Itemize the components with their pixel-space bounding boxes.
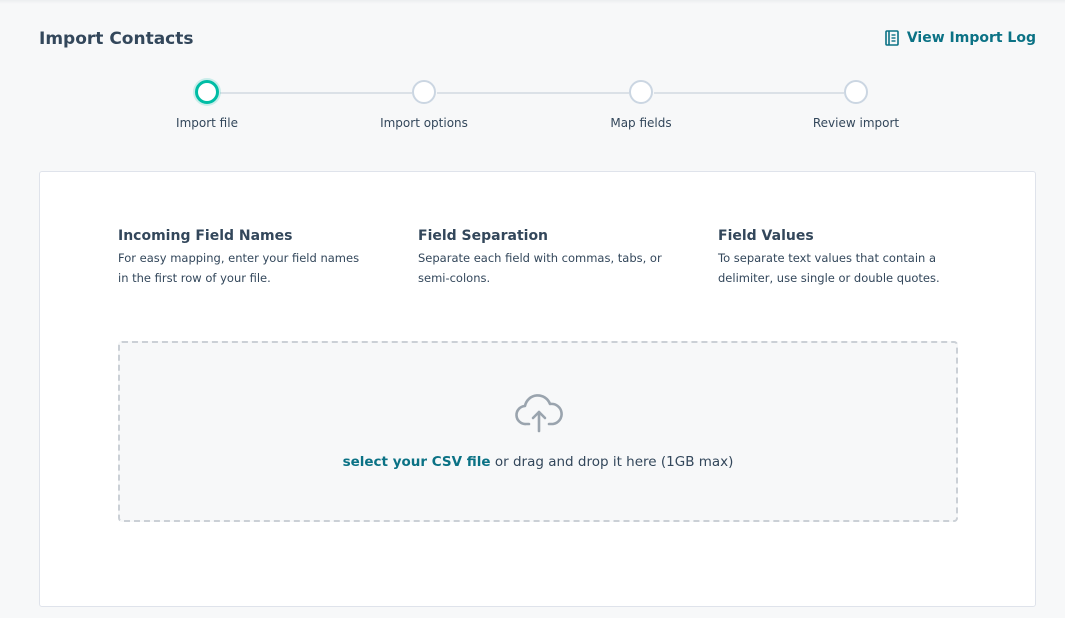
import-card: Incoming Field Names For easy mapping, e…: [39, 171, 1036, 607]
notebook-icon: [885, 30, 899, 46]
info-field-values: Field Values To separate text values tha…: [718, 228, 968, 288]
info-title: Field Separation: [418, 228, 549, 244]
import-stepper: Import file Import options Map fields Re…: [0, 80, 1065, 140]
step-indicator: [412, 80, 436, 104]
dropzone-instructions: select your CSV file or drag and drop it…: [120, 454, 956, 470]
file-dropzone[interactable]: select your CSV file or drag and drop it…: [118, 341, 958, 522]
step-import-options[interactable]: Import options: [354, 80, 494, 130]
info-text: Separate each field with commas, tabs, o…: [418, 251, 662, 285]
step-label: Review import: [812, 116, 900, 130]
info-text: For easy mapping, enter your field names…: [118, 251, 360, 285]
step-label: Map fields: [610, 116, 672, 130]
info-field-separation: Field Separation Separate each field wit…: [418, 228, 668, 288]
info-title: Incoming Field Names: [118, 228, 293, 244]
step-review-import[interactable]: Review import: [786, 80, 926, 130]
top-shadow: [0, 0, 1065, 4]
select-csv-file-link[interactable]: select your CSV file: [343, 454, 491, 470]
info-text: To separate text values that contain a d…: [718, 251, 940, 285]
step-map-fields[interactable]: Map fields: [571, 80, 711, 130]
step-indicator: [629, 80, 653, 104]
step-label: Import options: [380, 116, 468, 130]
step-import-file[interactable]: Import file: [137, 80, 277, 130]
step-indicator-active: [195, 80, 219, 104]
dropzone-hint: or drag and drop it here (1GB max): [490, 454, 734, 470]
info-title: Field Values: [718, 228, 814, 244]
step-indicator: [844, 80, 868, 104]
view-import-log-label: View Import Log: [906, 30, 1036, 46]
step-label: Import file: [176, 116, 238, 130]
view-import-log-link[interactable]: View Import Log: [885, 30, 1036, 46]
cloud-upload-icon: [514, 393, 564, 437]
info-incoming-field-names: Incoming Field Names For easy mapping, e…: [118, 228, 368, 288]
page-title: Import Contacts: [39, 29, 194, 49]
